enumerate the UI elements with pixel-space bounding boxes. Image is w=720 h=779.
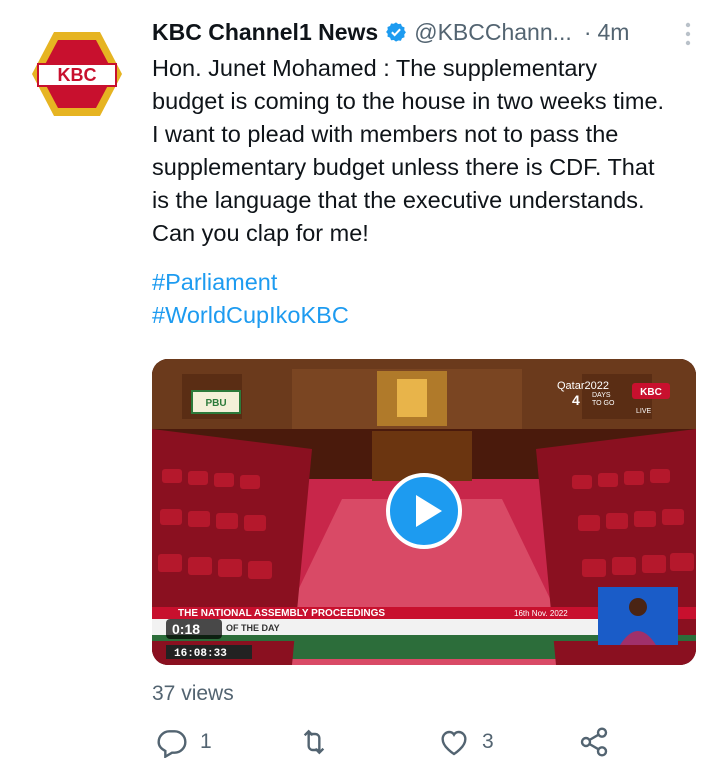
like-icon [441, 730, 467, 756]
overlay-date: 16th Nov. 2022 [514, 609, 568, 618]
corner-live-label: LIVE [636, 408, 652, 415]
like-count: 3 [482, 730, 494, 753]
tweet-header: KBC Channel1 News @KBCChann... · 4m [152, 14, 702, 50]
author-handle[interactable]: @KBCChann... [414, 19, 572, 46]
view-count: 37 views [152, 682, 234, 705]
overlay-title: THE NATIONAL ASSEMBLY PROCEEDINGS [178, 608, 385, 619]
retweet-button[interactable] [298, 726, 330, 758]
verified-badge-icon [386, 22, 407, 42]
pbu-logo-text: PBU [205, 398, 226, 409]
share-icon [580, 727, 608, 757]
hashtag-worldcup[interactable]: #WorldCupIkoKBC [152, 299, 702, 332]
reply-button[interactable]: 1 [156, 726, 212, 758]
action-bar: 1 3 [152, 726, 712, 770]
hashtag-parliament[interactable]: #Parliament [152, 266, 702, 299]
elapsed-time: 0:18 [172, 621, 200, 637]
like-button[interactable]: 3 [438, 726, 494, 758]
avatar-logo-text: KBC [58, 65, 97, 85]
tweet-text: Hon. Junet Mohamed : The supplementary b… [152, 55, 665, 246]
separator-dot: · [583, 18, 592, 45]
tweet-timestamp[interactable]: 4m [597, 19, 629, 46]
reply-icon [157, 730, 187, 758]
countdown-days: 4 [572, 392, 580, 408]
countdown-label-togo: TO GO [592, 400, 615, 407]
countdown-event: Qatar2022 [557, 380, 609, 392]
overlay-sub: OF THE DAY [226, 623, 280, 633]
author-avatar[interactable]: KBC [30, 30, 124, 118]
hashtag-list: #Parliament #WorldCupIkoKBC [152, 266, 702, 332]
share-button[interactable] [578, 726, 610, 758]
video-player[interactable]: PBU Qatar2022 4 DAYS TO GO KBC LIVE THE … [152, 359, 696, 665]
author-name[interactable]: KBC Channel1 News [152, 19, 378, 46]
reply-count: 1 [200, 730, 212, 753]
retweet-icon [303, 729, 325, 755]
play-icon[interactable] [386, 473, 462, 549]
corner-kbc-logo: KBC [640, 387, 662, 398]
countdown-label-days: DAYS [592, 392, 611, 399]
tweet-content: KBC Channel1 News @KBCChann... · 4m Hon.… [152, 14, 702, 332]
overlay-clock: 16:08:33 [174, 648, 227, 660]
more-options-icon[interactable] [684, 22, 692, 46]
